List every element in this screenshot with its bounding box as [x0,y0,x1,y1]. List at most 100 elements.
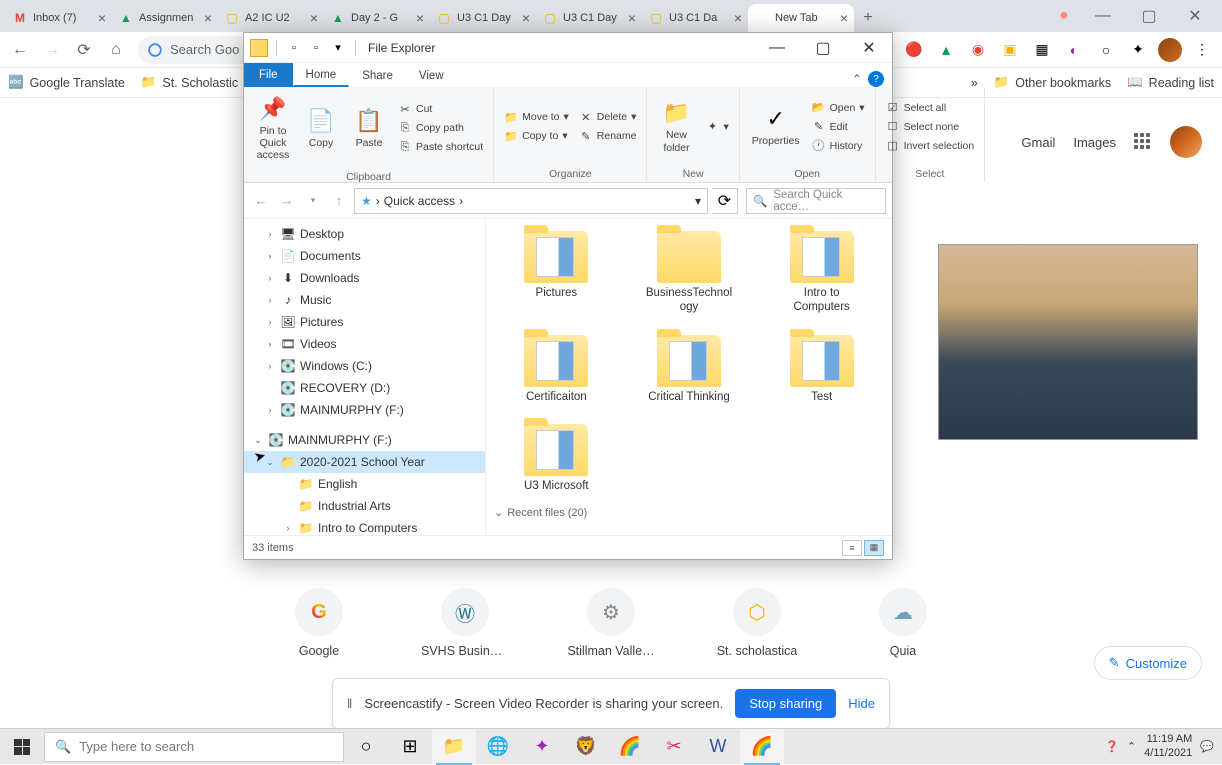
move-to-button[interactable]: 📁Move to ▾ [500,109,573,126]
nav-up-button[interactable]: ↑ [328,190,350,212]
shortcut-google[interactable]: GGoogle [275,588,363,658]
recent-files-header[interactable]: ⌄Recent files (20) [494,506,884,519]
properties-button[interactable]: ✓Properties [746,101,806,151]
close-icon[interactable]: × [734,10,742,26]
close-button[interactable]: ✕ [846,33,892,63]
help-tray-icon[interactable]: ❓ [1105,740,1119,753]
tab-share[interactable]: Share [349,65,406,87]
folder-item[interactable]: U3 Microsoft [494,420,619,498]
tab-home[interactable]: Home [293,64,350,87]
chrome-taskbar-icon[interactable]: 🌈 [740,729,784,765]
close-icon[interactable]: × [628,10,636,26]
close-icon[interactable]: × [310,10,318,26]
folder-item[interactable]: Intro to Computers [759,227,884,319]
edge-icon[interactable]: 🌐 [476,729,520,765]
shortcut-svhs[interactable]: ⓌSVHS Busine… [421,588,509,658]
browser-tab[interactable]: ▲Assignmen× [112,4,218,32]
nav-item[interactable]: ›📁Intro to Computers [244,517,485,535]
icons-view-button[interactable]: ▦ [864,540,884,556]
expand-arrow-icon[interactable]: › [264,339,276,349]
minimize-button[interactable]: — [754,33,800,63]
profile-avatar[interactable] [1170,126,1202,158]
dropdown-icon[interactable]: ▾ [695,194,701,208]
details-view-button[interactable]: ≡ [842,540,862,556]
ext-icon[interactable]: ◉ [964,36,992,64]
nav-item[interactable]: ›💽Windows (C:) [244,355,485,377]
navigation-pane[interactable]: ›🖥Desktop›📄Documents›⬇Downloads›♪Music›🖼… [244,219,486,535]
nav-item[interactable]: ⌄💽MAINMURPHY (F:) [244,429,485,451]
apps-icon[interactable] [1134,133,1152,151]
drive-ext-icon[interactable]: ▲ [932,36,960,64]
ext-icon[interactable]: ▦ [1028,36,1056,64]
refresh-button[interactable]: ⟳ [712,188,738,214]
paste-shortcut-button[interactable]: ⎘Paste shortcut [394,139,487,156]
expand-arrow-icon[interactable]: › [264,229,276,239]
nav-item[interactable]: 📁English [244,473,485,495]
images-link[interactable]: Images [1073,135,1116,150]
shortcut-scholastica[interactable]: ⬡St. scholastica [713,588,801,658]
back-button[interactable]: ← [6,36,34,64]
menu-icon[interactable]: ⋮ [1188,36,1216,64]
nav-item[interactable]: ›⬇Downloads [244,267,485,289]
expand-arrow-icon[interactable]: › [264,317,276,327]
open-button[interactable]: 📂Open ▾ [808,99,869,116]
copy-button[interactable]: 📄Copy [298,103,344,153]
nav-item[interactable]: ›📄Documents [244,245,485,267]
qat-icon[interactable]: ▫ [285,39,303,57]
close-icon[interactable]: × [204,10,212,26]
copy-to-button[interactable]: 📁Copy to ▾ [500,128,573,145]
folder-item[interactable]: Pictures [494,227,619,319]
close-icon[interactable]: × [522,10,530,26]
qat-icon[interactable]: ▫ [307,39,325,57]
forward-button[interactable]: → [38,36,66,64]
folder-item[interactable]: Certificaiton [494,331,619,409]
browser-tab[interactable]: ▢U3 C1 Da× [642,4,748,32]
word-icon[interactable]: W [696,729,740,765]
folder-item[interactable]: Test [759,331,884,409]
edit-button[interactable]: ✎Edit [808,118,869,135]
browser-tab[interactable]: ▢U3 C1 Day× [536,4,642,32]
browser-tab[interactable]: MInbox (7)× [6,4,112,32]
extensions-icon[interactable]: ✦ [1124,36,1152,64]
collapse-ribbon-icon[interactable]: ⌃ [852,72,862,86]
browser-tab[interactable]: ▢A2 IC U2× [218,4,324,32]
close-icon[interactable]: × [840,10,848,26]
snip-icon[interactable]: ✂ [652,729,696,765]
invert-selection-button[interactable]: ◫Invert selection [882,137,979,154]
pin-to-quick-access-button[interactable]: 📌Pin to Quick access [250,91,296,165]
nav-item[interactable]: ›♪Music [244,289,485,311]
expand-arrow-icon[interactable]: › [282,523,294,533]
ext-icon[interactable]: ○ [1092,36,1120,64]
search-box[interactable]: 🔍 Search Quick acce… [746,188,886,214]
start-button[interactable] [0,729,44,765]
nav-dropdown-button[interactable]: ▾ [302,190,324,212]
expand-arrow-icon[interactable]: › [264,273,276,283]
browser-tab-active[interactable]: New Tab× [748,4,854,32]
new-tab-button[interactable]: + [854,4,882,32]
delete-button[interactable]: ✕Delete ▾ [575,109,641,126]
ext-icon[interactable]: ◐ [1060,36,1088,64]
select-all-button[interactable]: ☑Select all [882,99,979,116]
cut-button[interactable]: ✂Cut [394,101,487,118]
new-item-button[interactable]: ✦▾ [701,118,732,135]
hide-button[interactable]: Hide [848,696,875,711]
nav-item[interactable]: 💽RECOVERY (D:) [244,377,485,399]
maximize-button[interactable]: ▢ [1126,0,1172,32]
close-icon[interactable]: × [416,10,424,26]
close-icon[interactable]: × [98,10,106,26]
copy-path-button[interactable]: ⎘Copy path [394,120,487,137]
paste-button[interactable]: 📋Paste [346,103,392,153]
ext-icon[interactable]: 🔴 [900,36,928,64]
folder-item[interactable]: BusinessTechnol ogy [627,227,752,319]
breadcrumb-item[interactable]: Quick access [384,194,455,208]
gmail-link[interactable]: Gmail [1021,135,1055,150]
close-button[interactable]: ✕ [1172,0,1218,32]
browser-tab[interactable]: ▲Day 2 - G× [324,4,430,32]
expand-arrow-icon[interactable]: › [264,251,276,261]
expand-arrow-icon[interactable]: ⌄ [252,435,264,446]
browser-tab[interactable]: ▢U3 C1 Day× [430,4,536,32]
profile-icon[interactable] [1156,36,1184,64]
other-bookmarks[interactable]: 📁Other bookmarks [994,75,1111,90]
brave-icon[interactable]: 🦁 [564,729,608,765]
bookmark-scholastic[interactable]: 📁St. Scholastic [141,75,238,90]
